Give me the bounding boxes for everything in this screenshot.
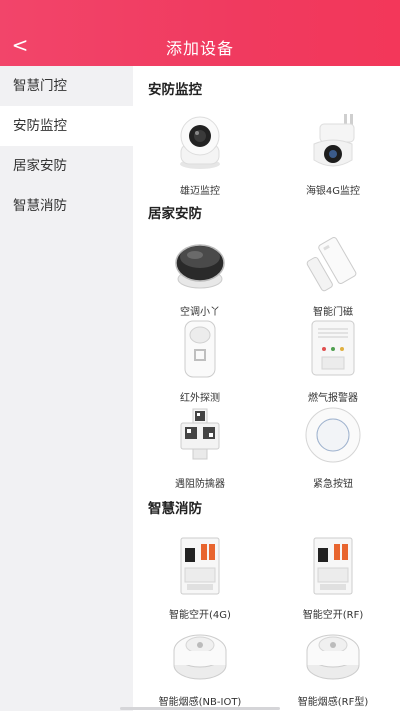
device-xiongmai-camera[interactable]: 雄迈监控 — [140, 110, 260, 197]
device-label: 空调小丫 — [180, 307, 220, 318]
device-smoke-detector-nb-iot[interactable]: 智能烟感(NB-IOT) — [140, 621, 260, 708]
ptz-camera-icon — [298, 110, 368, 174]
smoke-detector-icon — [298, 621, 368, 685]
device-label: 燃气报警器 — [308, 393, 358, 404]
device-label: 紧急按钮 — [313, 479, 353, 490]
gas-detector-icon — [298, 317, 368, 381]
device-emergency-button[interactable]: 紧急按钮 — [273, 403, 393, 490]
smoke-detector-icon — [165, 621, 235, 685]
sidebar-item-home-security[interactable]: 居家安防 — [0, 146, 133, 186]
device-smart-door-sensor[interactable]: 智能门磁 — [273, 231, 393, 318]
home-indicator — [120, 707, 280, 710]
sidebar-item-smart-fire[interactable]: 智慧消防 — [0, 186, 133, 226]
device-list: 安防监控 雄迈监控 海银4G监控 居家安防 空调小丫 智能门磁 红外探测 燃气报… — [133, 66, 400, 711]
device-label: 雄迈监控 — [180, 186, 220, 197]
device-label: 红外探测 — [180, 393, 220, 404]
device-smart-breaker-4g[interactable]: 智能空开(4G) — [140, 534, 260, 621]
device-label: 智能空开(RF) — [302, 610, 364, 621]
qr-device-icon — [165, 403, 235, 467]
section-title: 居家安防 — [148, 206, 202, 222]
sidebar-item-smart-door[interactable]: 智慧门控 — [0, 66, 133, 106]
device-label: 遇阻防擒器 — [175, 479, 225, 490]
round-button-icon — [298, 403, 368, 467]
pir-sensor-icon — [165, 317, 235, 381]
top-bar: < 添加设备 — [0, 0, 400, 66]
device-aircon-companion[interactable]: 空调小丫 — [140, 231, 260, 318]
door-sensor-icon — [298, 231, 368, 295]
device-haiyin-4g-camera[interactable]: 海银4G监控 — [273, 110, 393, 197]
device-label: 海银4G监控 — [305, 186, 361, 197]
category-sidebar: 智慧门控 安防监控 居家安防 智慧消防 — [0, 66, 133, 711]
device-obstacle-guard[interactable]: 遇阻防擒器 — [140, 403, 260, 490]
device-label: 智能烟感(RF型) — [297, 697, 369, 708]
device-gas-alarm[interactable]: 燃气报警器 — [273, 317, 393, 404]
ir-controller-icon — [165, 231, 235, 295]
device-label: 智能烟感(NB-IOT) — [158, 697, 242, 708]
device-infrared-detector[interactable]: 红外探测 — [140, 317, 260, 404]
section-title: 智慧消防 — [148, 501, 202, 517]
device-label: 智能空开(4G) — [169, 610, 231, 621]
circuit-breaker-icon — [298, 534, 368, 598]
page-title: 添加设备 — [165, 39, 234, 58]
device-smoke-detector-rf[interactable]: 智能烟感(RF型) — [273, 621, 393, 708]
circuit-breaker-icon — [165, 534, 235, 598]
device-label: 智能门磁 — [313, 307, 353, 318]
device-smart-breaker-rf[interactable]: 智能空开(RF) — [273, 534, 393, 621]
section-title: 安防监控 — [148, 82, 202, 98]
dome-camera-icon — [165, 110, 235, 174]
sidebar-item-security-monitoring[interactable]: 安防监控 — [0, 106, 133, 146]
